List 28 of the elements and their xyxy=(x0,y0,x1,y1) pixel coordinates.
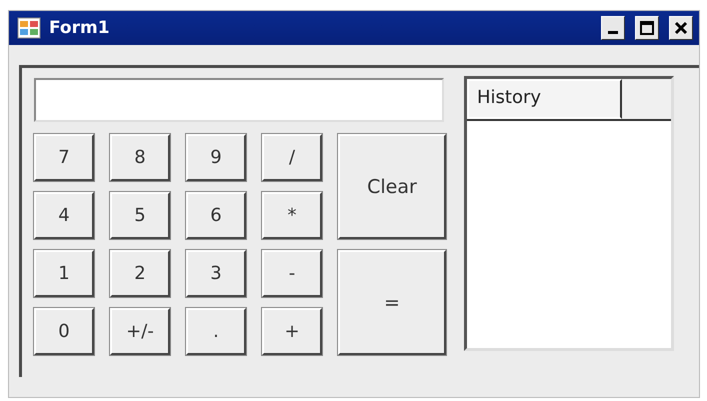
close-button[interactable] xyxy=(669,16,693,40)
minimize-button[interactable] xyxy=(601,16,625,40)
keypad-key[interactable]: 1 xyxy=(34,250,94,297)
window-title: Form1 xyxy=(49,18,111,38)
column-header[interactable]: History xyxy=(467,79,622,119)
keypad-key[interactable]: + xyxy=(262,308,322,355)
display-field[interactable] xyxy=(34,78,444,122)
keypad-key[interactable]: . xyxy=(186,308,246,355)
keypad-key[interactable]: +/- xyxy=(110,308,170,355)
keypad-key[interactable]: 3 xyxy=(186,250,246,297)
keypad-key[interactable]: / xyxy=(262,134,322,181)
keypad-key[interactable]: 8 xyxy=(110,134,170,181)
keypad-key[interactable]: 0 xyxy=(34,308,94,355)
keypad-key[interactable]: 4 xyxy=(34,192,94,239)
app-icon xyxy=(17,17,41,39)
keypad-key[interactable]: * xyxy=(262,192,322,239)
maximize-icon xyxy=(639,20,655,36)
keypad-key[interactable]: - xyxy=(262,250,322,297)
equals-button[interactable]: = xyxy=(338,250,446,355)
keypad-key[interactable]: 9 xyxy=(186,134,246,181)
keypad-key[interactable]: 5 xyxy=(110,192,170,239)
clear-button[interactable]: Clear xyxy=(338,134,446,239)
keypad-key[interactable]: 7 xyxy=(34,134,94,181)
keypad-key[interactable]: 6 xyxy=(186,192,246,239)
close-icon xyxy=(673,20,689,36)
maximize-button[interactable] xyxy=(635,16,659,40)
minimize-icon xyxy=(608,30,618,34)
keypad-key[interactable]: 2 xyxy=(110,250,170,297)
